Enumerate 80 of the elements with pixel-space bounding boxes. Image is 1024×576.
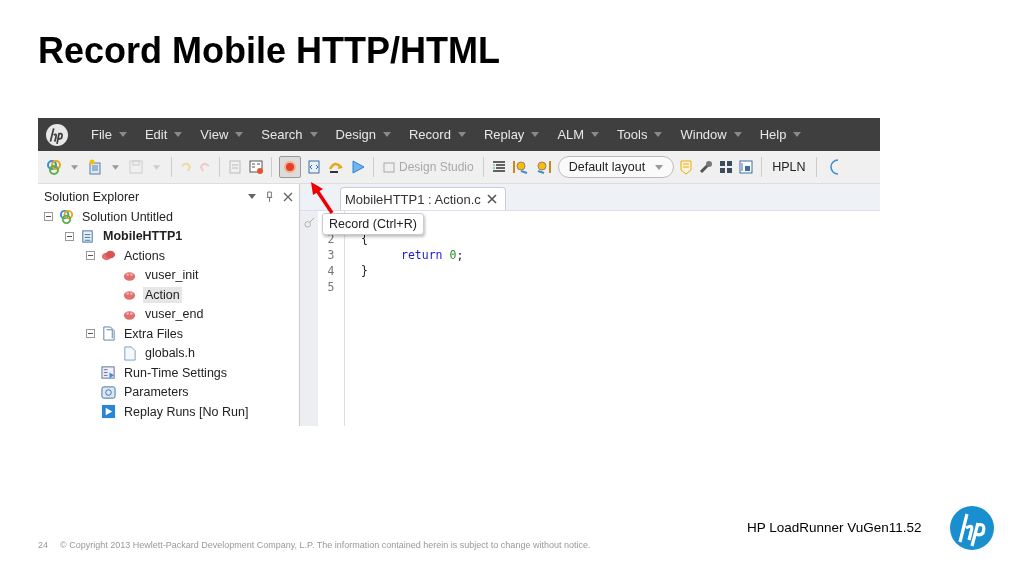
tree-item[interactable]: Solution Untitled [80,208,176,225]
find-icon[interactable] [534,159,553,175]
menu-item[interactable]: Search [250,127,325,142]
copyright-text: © Copyright 2013 Hewlett-Packard Development Company, L.P. The information contained herein is subject to change without notice. [60,540,591,550]
product-name: HP LoadRunner VuGen11.52 [747,520,922,535]
menu-item[interactable]: Window [669,127,749,142]
menu-item[interactable]: View [189,127,251,142]
tree-item[interactable]: Parameters [122,384,191,401]
play-icon[interactable] [350,159,366,175]
snapshot-icon[interactable] [248,159,264,175]
code-line: } [361,263,368,279]
replay-icon [101,404,116,420]
settings-icon [101,365,116,381]
close-icon[interactable] [486,194,497,204]
tree-item[interactable]: vuser_end [143,306,206,323]
tree-item[interactable]: Run-Time Settings [122,364,230,381]
caret-icon [457,132,466,137]
window-icon [383,161,395,173]
dropdown-icon[interactable] [248,194,256,199]
collapse-icon[interactable] [44,212,53,222]
tree-item[interactable]: Action [143,286,182,303]
pin-icon[interactable] [265,191,274,202]
solution-icon [59,209,74,225]
editor-tab[interactable]: MobileHTTP1 : Action.c [340,187,506,210]
page-number: 24 [38,540,48,550]
collapse-icon[interactable] [65,231,74,241]
line-number: 3 [326,247,336,263]
slide-title: Record Mobile HTTP/HTML [38,30,501,72]
caret-icon [235,132,244,137]
tooltip: Record (Ctrl+R) [322,213,424,235]
menu-item[interactable]: Record [398,127,473,142]
menu-item[interactable]: Edit [133,127,190,142]
caret-icon[interactable] [112,164,119,170]
menu-item[interactable]: Help [748,127,809,142]
record-icon [283,160,297,174]
window-icon[interactable] [738,159,755,175]
tree-item[interactable]: globals.h [143,345,198,362]
tree-item[interactable]: Extra Files [122,325,186,342]
line-number: 5 [326,279,336,295]
hpln-button[interactable]: HPLN [769,160,809,174]
caret-icon [383,132,391,137]
tree-item[interactable]: vuser_init [143,267,201,284]
grid-icon[interactable] [719,160,734,174]
caret-icon [118,132,127,137]
code-line: return 0; [400,247,464,263]
caret-icon[interactable] [71,164,78,170]
caret-icon [591,132,600,137]
caret-icon [733,132,742,137]
file-icon [122,345,137,361]
record-button[interactable] [279,156,301,178]
logo-icon [950,506,994,550]
caret-icon [531,132,540,137]
layout-dropdown[interactable]: Default layout [557,156,675,178]
line-number: 4 [326,263,336,279]
script-icon[interactable] [306,159,322,175]
menu-item[interactable]: Design [324,127,398,142]
menu-item[interactable]: File [80,127,134,142]
tree-item[interactable]: Actions [122,247,167,264]
wrench-icon[interactable] [698,159,715,175]
menu-item[interactable]: Tools [606,127,670,142]
close-icon[interactable] [283,191,293,202]
files-icon [101,326,116,342]
parameters-icon [101,384,116,400]
caret-icon [654,132,663,137]
caret-icon [655,164,664,170]
collapse-icon[interactable] [86,251,95,261]
find-icon[interactable] [511,159,530,175]
tree-item[interactable]: MobileHTTP1 [101,228,185,245]
tree-item[interactable]: Replay Runs [No Run] [122,403,251,420]
menu-item[interactable]: Replay [472,127,547,142]
list-icon[interactable] [490,159,507,175]
solution-icon[interactable] [46,159,62,175]
caret-icon [793,132,802,137]
collapse-icon[interactable] [86,329,95,339]
menu-item[interactable]: ALM [546,127,607,142]
caret-icon [174,132,183,137]
script-icon [80,228,95,244]
caret-icon [309,132,318,137]
panel-title: Solution Explorer [44,189,140,204]
logo-icon [46,123,68,146]
